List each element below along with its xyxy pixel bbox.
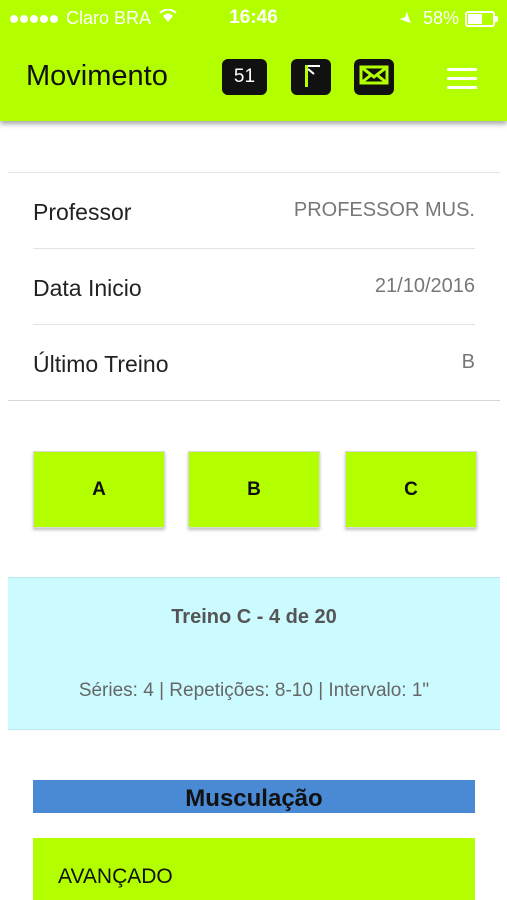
battery-icon bbox=[465, 10, 498, 27]
start-date-label: Data Inicio bbox=[33, 275, 142, 301]
info-list: Professor PROFESSOR MUS. Data Inicio 21/… bbox=[8, 172, 500, 401]
last-workout-row: Último Treino B bbox=[33, 325, 475, 400]
level-item[interactable]: AVANÇADO bbox=[33, 838, 475, 900]
workout-b-button[interactable]: B bbox=[188, 451, 320, 528]
start-date-row: Data Inicio 21/10/2016 bbox=[33, 249, 475, 325]
app-header: Claro BRA 16:46 ➤ 58% Movimento 51 bbox=[0, 0, 507, 121]
status-bar: Claro BRA 16:46 ➤ 58% bbox=[0, 0, 507, 36]
last-workout-value: B bbox=[461, 351, 475, 373]
messages-button[interactable] bbox=[354, 59, 394, 95]
professor-row: Professor PROFESSOR MUS. bbox=[33, 173, 475, 249]
page-title: Movimento bbox=[26, 60, 168, 92]
workout-a-button[interactable]: A bbox=[33, 451, 165, 528]
gate-button[interactable] bbox=[291, 59, 331, 95]
start-date-value: 21/10/2016 bbox=[374, 275, 475, 297]
menu-icon bbox=[447, 68, 477, 71]
professor-label: Professor bbox=[33, 199, 132, 225]
menu-button[interactable] bbox=[447, 68, 477, 90]
level-label: AVANÇADO bbox=[58, 865, 173, 888]
workout-summary-details: Séries: 4 | Repetições: 8-10 | Intervalo… bbox=[78, 680, 430, 701]
workout-summary-panel: Treino C - 4 de 20 Séries: 4 | Repetiçõe… bbox=[8, 577, 500, 730]
workout-summary-title: Treino C - 4 de 20 bbox=[171, 606, 337, 628]
mail-icon bbox=[359, 65, 389, 90]
last-workout-label: Último Treino bbox=[33, 351, 169, 377]
workout-c-button[interactable]: C bbox=[345, 451, 477, 528]
category-header: Musculação bbox=[33, 780, 475, 813]
status-right: ➤ 58% bbox=[395, 8, 498, 30]
badge-count: 51 bbox=[233, 66, 256, 87]
professor-value: PROFESSOR MUS. bbox=[293, 199, 475, 221]
battery-percent: 58% bbox=[422, 8, 459, 28]
notification-badge-button[interactable]: 51 bbox=[222, 59, 267, 95]
gate-icon bbox=[300, 63, 322, 92]
